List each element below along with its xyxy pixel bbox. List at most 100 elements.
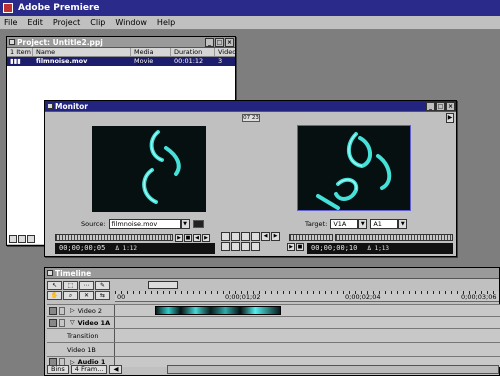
edit-controls: ◀ ▶ [221,232,283,254]
target-audio-dropdown[interactable]: A1 [370,219,399,229]
maximize-icon[interactable]: □ [436,102,445,111]
program-preview[interactable] [297,125,411,211]
stop-icon[interactable]: ■ [296,243,304,251]
source-timecode[interactable]: 00;00;00;05 [59,243,105,254]
minimize-icon[interactable]: _ [426,102,435,111]
eye-icon[interactable] [49,306,57,315]
monitor-menu-arrow-icon[interactable]: ▶ [446,113,454,123]
chevron-down-icon[interactable]: ▼ [398,219,408,229]
system-menu-icon[interactable] [47,103,53,109]
track-lane[interactable] [115,317,500,328]
lock-icon[interactable] [59,318,65,327]
menu-project[interactable]: Project [53,18,80,27]
menu-help[interactable]: Help [157,18,175,27]
hand-tool-icon[interactable]: ✋ [47,291,62,300]
step-forward-icon[interactable]: ▶ [202,234,210,242]
timeline-ruler[interactable]: 00 0;00;01;02 0;00;02;04 0;00;03;06 [115,291,499,302]
menu-edit[interactable]: Edit [27,18,43,27]
timeline-window: Timeline ↖ ⬚ ⋯ ✎ ✋ ⌕ ✕ ⇆ 00 0;00;01;02 0… [44,267,500,376]
time-zoom-dropdown[interactable]: 4 Fram... [70,365,108,374]
track-lane[interactable] [115,329,500,342]
menu-window[interactable]: Window [115,18,147,27]
collapse-triangle-icon[interactable]: ▽ [70,319,75,326]
link-tool-icon[interactable]: ✕ [79,291,94,300]
ruler-label-2: 0;00;02;04 [345,293,381,301]
col-media-type[interactable]: Media Type [131,48,171,65]
overlay-button[interactable] [241,232,250,241]
work-area-marker[interactable] [148,281,178,289]
project-titlebar[interactable]: Project: Untitle2.ppj _ □ × [7,37,235,48]
lift-button[interactable] [221,232,230,241]
scroll-left-icon[interactable]: ◀ [109,365,123,374]
list-item[interactable]: ▮▮▮ filmnoise.mov Movie 00:01:12 3 [7,57,235,66]
col-duration[interactable]: Duration [171,48,215,56]
minimize-icon[interactable]: _ [205,38,214,47]
col-video[interactable]: Video [215,48,236,56]
mark-in-button[interactable] [221,242,230,251]
trim-button[interactable] [241,242,250,251]
chevron-down-icon[interactable]: ▼ [358,219,368,229]
source-jog-ruler[interactable] [55,234,173,241]
track-lane[interactable] [115,343,500,356]
next-edit-button[interactable]: ▶ [271,232,280,241]
menu-file[interactable]: File [4,18,17,27]
prev-edit-button[interactable]: ◀ [261,232,270,241]
video-clip[interactable] [155,306,281,315]
source-preview[interactable] [92,126,206,212]
col-items[interactable]: 1 Item [7,48,33,56]
program-timecode[interactable]: 00;00;00;10 [311,243,357,254]
play-icon[interactable]: ▶ [175,234,183,242]
ruler-label-1: 0;00;01;02 [225,293,261,301]
target-video-dropdown[interactable]: V1A [330,219,359,229]
menu-clip[interactable]: Clip [90,18,105,27]
track-name: Transition [67,331,99,340]
chevron-down-icon[interactable]: ▼ [180,219,190,229]
razor-tool-icon[interactable]: ✎ [95,281,110,290]
timeline-toolbox: ↖ ⬚ ⋯ ✎ ✋ ⌕ ✕ ⇆ [47,281,113,301]
horizontal-scrollbar[interactable] [167,365,499,374]
close-icon[interactable]: × [446,102,455,111]
source-duration: Δ 1:12 [115,245,138,252]
timeline-titlebar[interactable]: Timeline [45,268,499,279]
system-menu-icon[interactable] [9,39,15,45]
track-video-1a: ▽ Video 1A [47,316,500,328]
zoom-tool-icon[interactable]: ⌕ [63,291,78,300]
clear-button[interactable] [251,242,260,251]
source-transport: ▶ ■ ◀ ▶ [175,234,211,242]
thumbnail-view-button[interactable] [18,235,26,243]
close-icon[interactable]: × [225,38,234,47]
step-back-icon[interactable]: ◀ [193,234,201,242]
play-icon[interactable]: ▶ [287,243,295,251]
eye-icon[interactable] [49,318,57,327]
list-view-button[interactable] [27,235,35,243]
stop-icon[interactable]: ■ [184,234,192,242]
track-lane[interactable] [115,305,500,316]
program-jog-ruler[interactable] [289,234,333,241]
in-out-tool-icon[interactable]: ⇆ [95,291,110,300]
maximize-icon[interactable]: □ [215,38,224,47]
monitor-titlebar[interactable]: Monitor _ □ × [45,101,456,112]
system-menu-icon[interactable] [47,270,53,276]
track-transition: Transition [47,328,500,342]
source-dropdown[interactable]: filmnoise.mov [108,219,181,229]
mark-out-button[interactable] [231,242,240,251]
expand-triangle-icon[interactable]: ▷ [70,307,75,314]
range-select-tool-icon[interactable]: ⬚ [63,281,78,290]
track-video-2: ▷ Video 2 [47,304,500,316]
icon-view-button[interactable] [9,235,17,243]
insert-button[interactable] [251,232,260,241]
selection-tool-icon[interactable]: ↖ [47,281,62,290]
extract-button[interactable] [231,232,240,241]
col-name[interactable]: Name [33,48,131,56]
premiere-logo-icon [3,3,13,13]
program-scrub-ruler[interactable] [335,234,453,241]
bins-button[interactable]: Bins [47,365,69,374]
monitor-window: Monitor _ □ × 07 23 ▶ Source: filmnoise.… [44,100,457,257]
app-titlebar: Adobe Premiere [0,0,500,16]
take-audio-video-icon[interactable] [192,220,204,228]
source-timecode-bar: 00;00;00;05 Δ 1:12 [55,243,215,254]
menubar: File Edit Project Clip Window Help [0,16,500,30]
timeline-title: Timeline [55,269,92,278]
lock-icon[interactable] [59,306,65,315]
track-select-tool-icon[interactable]: ⋯ [79,281,94,290]
